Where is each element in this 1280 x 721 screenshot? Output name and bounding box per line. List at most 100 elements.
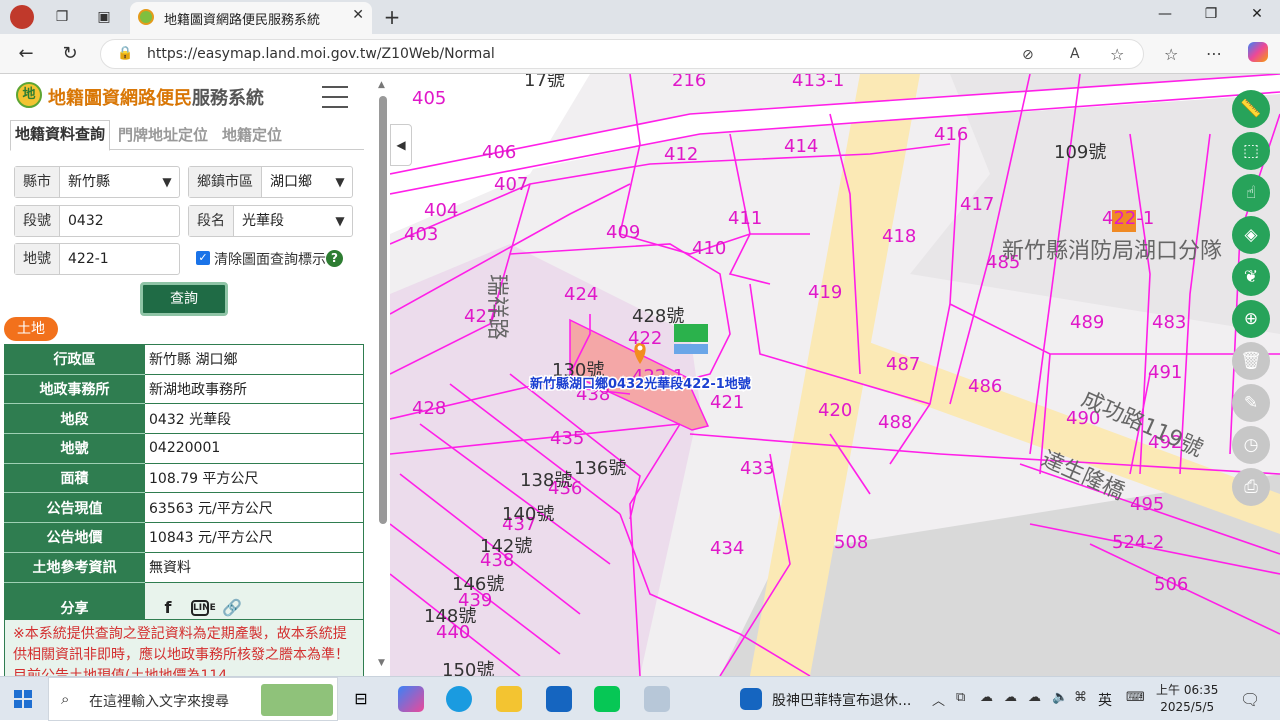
- refresh-icon[interactable]: ↻: [58, 42, 82, 66]
- site-title-sub: 服務系統: [192, 88, 264, 109]
- edge-browser-icon[interactable]: [446, 686, 472, 712]
- paint-icon[interactable]: [644, 686, 670, 712]
- query-tabs: 地籍資料查詢 門牌地址定位 地籍定位: [10, 120, 364, 151]
- copilot-taskbar-icon[interactable]: [398, 686, 424, 712]
- tab-actions-icon[interactable]: ▣: [92, 6, 116, 28]
- line-app-icon[interactable]: [594, 686, 620, 712]
- county-value: 新竹縣: [68, 174, 110, 190]
- outlook-icon[interactable]: [546, 686, 572, 712]
- svg-text:109號: 109號: [1054, 142, 1106, 163]
- section-name-select[interactable]: 段名 光華段 ▼: [188, 205, 353, 237]
- map-canvas[interactable]: 405 216 413-1 412 414 416 406 407 404 40…: [390, 74, 1280, 676]
- ime-keyboard-icon[interactable]: ⌨: [1126, 690, 1145, 705]
- tray-app-icon[interactable]: ⧉: [956, 690, 965, 705]
- chevron-down-icon: ▼: [335, 214, 345, 228]
- tab-address-locate[interactable]: 門牌地址定位: [118, 124, 208, 145]
- select-tool-icon[interactable]: ⬚: [1232, 132, 1270, 170]
- collapse-panel-button[interactable]: ◀: [390, 124, 412, 166]
- browser-tab-active[interactable]: 地籍圖資網路便民服務系統 ✕: [130, 2, 372, 34]
- town-select[interactable]: 鄉鎮市區 湖口鄉 ▼: [188, 166, 353, 198]
- tab-close-icon[interactable]: ✕: [352, 7, 364, 23]
- back-icon[interactable]: ←: [14, 42, 38, 66]
- print-icon[interactable]: ⎙: [1232, 468, 1270, 506]
- more-menu-icon[interactable]: ⋯: [1206, 44, 1222, 63]
- notification-icon[interactable]: 🗨: [1240, 690, 1260, 709]
- leaf-icon[interactable]: ❦: [1232, 258, 1270, 296]
- svg-text:417: 417: [960, 194, 994, 215]
- favorite-star-icon[interactable]: ☆: [1110, 45, 1124, 64]
- lot-no-input[interactable]: 地號 422-1: [14, 243, 180, 275]
- site-title-main: 地籍圖資網路便民: [48, 88, 192, 109]
- search-icon: ⌕: [61, 690, 70, 708]
- profile-avatar-icon[interactable]: [10, 5, 34, 29]
- tray-cloud-icon[interactable]: ☁: [1028, 690, 1041, 705]
- news-icon[interactable]: [740, 688, 762, 710]
- task-view-icon[interactable]: ⊟: [348, 686, 374, 712]
- browser-tab-bar: ❐ ▣ 地籍圖資網路便民服務系統 ✕ + — ❐ ✕: [0, 0, 1280, 34]
- tracking-icon[interactable]: ⊘: [1022, 47, 1034, 63]
- selected-parcel-label: 新竹縣湖口鄉0432光華段422-1地號: [530, 376, 751, 392]
- scroll-down-icon[interactable]: ▼: [378, 658, 385, 668]
- svg-text:487: 487: [886, 354, 920, 375]
- section-name-value: 光華段: [242, 213, 284, 229]
- ime-indicator[interactable]: 英: [1098, 690, 1112, 710]
- clear-marker-checkbox[interactable]: ✓: [196, 251, 210, 265]
- history-icon[interactable]: ◷: [1232, 426, 1270, 464]
- tray-cloud-icon[interactable]: ☁: [980, 690, 993, 705]
- facebook-icon[interactable]: f: [157, 597, 179, 619]
- tray-chevron-up-icon[interactable]: ︿: [932, 690, 945, 709]
- read-aloud-icon[interactable]: A: [1070, 46, 1080, 62]
- county-select[interactable]: 縣市 新竹縣 ▼: [14, 166, 180, 198]
- window-close-icon[interactable]: ✕: [1242, 6, 1272, 28]
- workspaces-icon[interactable]: ❐: [50, 6, 74, 28]
- svg-text:424: 424: [564, 284, 598, 305]
- svg-text:142號: 142號: [480, 536, 532, 557]
- pointer-tool-icon[interactable]: ☝: [1232, 174, 1270, 212]
- svg-text:414: 414: [784, 136, 818, 157]
- network-icon[interactable]: ⌘: [1074, 690, 1087, 705]
- restore-icon[interactable]: ❐: [1196, 6, 1226, 28]
- svg-text:428號: 428號: [632, 306, 684, 327]
- minimize-icon[interactable]: —: [1150, 6, 1180, 28]
- svg-text:486: 486: [968, 376, 1002, 397]
- info-value: 0432 光華段: [144, 403, 364, 435]
- file-explorer-icon[interactable]: [496, 686, 522, 712]
- table-row: 行政區 新竹縣 湖口鄉: [4, 344, 364, 375]
- tab-cadastral-query[interactable]: 地籍資料查詢: [10, 120, 111, 151]
- cadastral-map[interactable]: 405 216 413-1 412 414 416 406 407 404 40…: [390, 74, 1280, 676]
- windows-start-icon[interactable]: [14, 690, 32, 708]
- tab-cadastral-locate[interactable]: 地籍定位: [222, 124, 282, 145]
- locate-icon[interactable]: ⊕: [1232, 300, 1270, 338]
- edit-icon[interactable]: ✎: [1232, 384, 1270, 422]
- taskbar-search-box[interactable]: ⌕ 在這裡輸入文字來搜尋: [48, 677, 338, 721]
- news-headline[interactable]: 股神巴菲特宣布退休...: [772, 690, 911, 710]
- new-tab-icon[interactable]: +: [380, 5, 404, 29]
- svg-text:138號: 138號: [520, 470, 572, 491]
- layers-icon[interactable]: ◈: [1232, 216, 1270, 254]
- favorites-list-icon[interactable]: ☆: [1164, 45, 1178, 64]
- svg-text:409: 409: [606, 222, 640, 243]
- line-share-icon[interactable]: LINE: [191, 600, 216, 616]
- scroll-up-icon[interactable]: ▲: [378, 80, 385, 90]
- help-icon[interactable]: ?: [326, 250, 343, 267]
- tray-cloud-icon[interactable]: ☁: [1004, 690, 1017, 705]
- menu-hamburger-icon[interactable]: [322, 86, 348, 108]
- volume-icon[interactable]: 🔈: [1052, 690, 1068, 705]
- table-row: 面積 108.79 平方公尺: [4, 462, 364, 494]
- lot-label: 地號: [15, 244, 60, 274]
- section-no-input[interactable]: 段號 0432: [14, 205, 180, 237]
- delete-icon[interactable]: 🗑: [1232, 342, 1270, 380]
- query-button[interactable]: 查詢: [140, 282, 228, 316]
- url-field[interactable]: 🔒 https://easymap.land.moi.gov.tw/Z10Web…: [100, 39, 1144, 69]
- info-value: 新竹縣 湖口鄉: [144, 344, 364, 375]
- lot-value: 422-1: [68, 251, 109, 267]
- scroll-thumb[interactable]: [379, 96, 387, 524]
- ruler-icon[interactable]: 📏: [1232, 90, 1270, 128]
- info-key: 行政區: [4, 344, 145, 375]
- copilot-icon[interactable]: [1248, 42, 1268, 62]
- lock-icon[interactable]: 🔒: [117, 46, 133, 61]
- search-highlight-image: [261, 684, 333, 716]
- panel-scrollbar[interactable]: ▲ ▼: [376, 74, 390, 676]
- link-icon[interactable]: 🔗: [221, 597, 243, 619]
- system-clock[interactable]: 上午 06:35 2025/5/5: [1156, 682, 1218, 716]
